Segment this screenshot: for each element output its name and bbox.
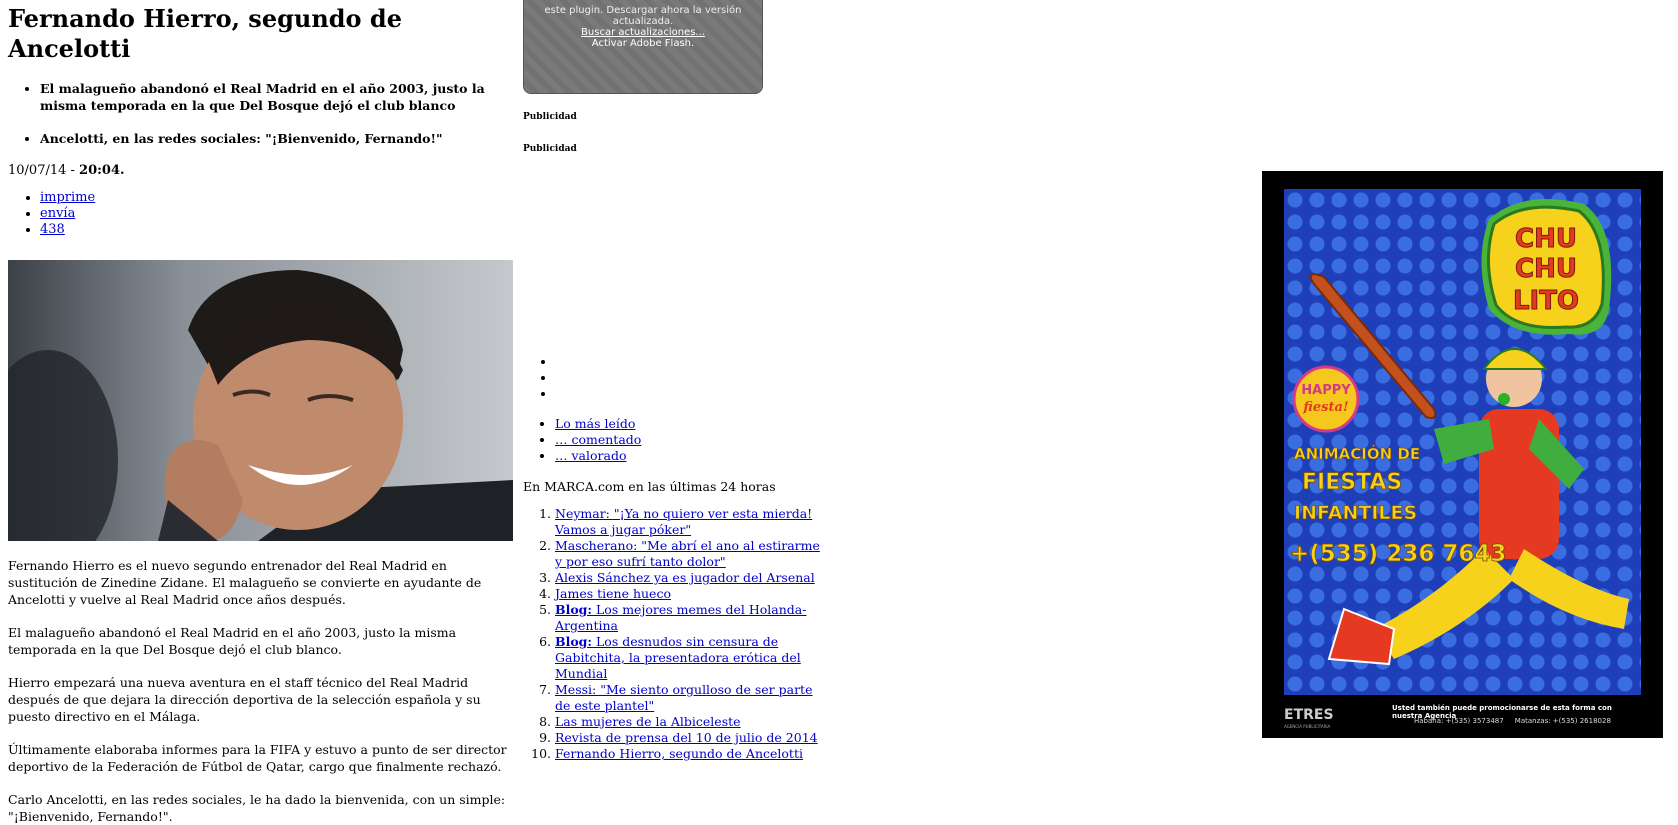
- article-paragraph: El malagueño abandonó el Real Madrid en …: [8, 625, 457, 657]
- ranking-list: Neymar: "¡Ya no quiero ver esta mierda! …: [523, 506, 825, 762]
- ranking-heading: En MARCA.com en las últimas 24 horas: [523, 479, 776, 494]
- ranking-link[interactable]: Blog: Los desnudos sin censura de Gabitc…: [555, 634, 801, 681]
- ranking-link[interactable]: James tiene hueco: [555, 586, 671, 601]
- tool-item: envía: [40, 206, 513, 222]
- ranking-item: Revista de prensa del 10 de julio de 201…: [555, 730, 825, 746]
- empty-list-item: [555, 354, 559, 370]
- flash-update-link[interactable]: Buscar actualizaciones...: [581, 27, 705, 38]
- svg-text:fiesta!: fiesta!: [1302, 400, 1348, 415]
- ranking-link[interactable]: Neymar: "¡Ya no quiero ver esta mierda! …: [555, 506, 812, 537]
- article-paragraph: Carlo Ancelotti, en las redes sociales, …: [8, 792, 506, 824]
- agency-logo: ETRES: [1284, 707, 1334, 723]
- ranking-item: Fernando Hierro, segundo de Ancelotti: [555, 746, 825, 762]
- ad-phone: +(535) 236 7643: [1290, 541, 1506, 567]
- svg-text:HAPPY: HAPPY: [1301, 383, 1351, 398]
- tab-item: … valorado: [555, 448, 641, 464]
- chuchulito-logo: CHU CHU LITO: [1481, 199, 1612, 335]
- article-dateline: 10/07/14 - 20:04.: [8, 163, 513, 178]
- ad-label: Publicidad: [523, 112, 577, 122]
- ranking-item: Alexis Sánchez ya es jugador del Arsenal: [555, 570, 825, 586]
- ranking-link[interactable]: Alexis Sánchez ya es jugador del Arsenal: [555, 570, 815, 585]
- ranking-item: James tiene hueco: [555, 586, 825, 602]
- empty-list-item: [555, 370, 559, 386]
- ranking-link[interactable]: Revista de prensa del 10 de julio de 201…: [555, 730, 818, 745]
- svg-text:CHU: CHU: [1515, 224, 1577, 254]
- empty-list-item: [555, 386, 559, 402]
- flash-plugin-box: este plugin. Descargar ahora la versión …: [523, 0, 763, 94]
- subhead-item: El malagueño abandonó el Real Madrid en …: [40, 80, 513, 114]
- article-paragraph: Hierro empezará una nueva aventura en el…: [8, 675, 481, 724]
- ad-line1: ANIMACIÓN DE: [1294, 444, 1420, 463]
- ranking-link[interactable]: Blog: Los mejores memes del Holanda-Arge…: [555, 602, 806, 633]
- ad-footer: ETRES AGENCIA PUBLICITARIA Usted también…: [1284, 701, 1641, 731]
- svg-text:LITO: LITO: [1513, 286, 1579, 316]
- article-title: Fernando Hierro, segundo de Ancelotti: [8, 4, 402, 63]
- article-date: 10/07/14 -: [8, 163, 80, 178]
- ranking-item: Mascherano: "Me abrí el ano al estirarme…: [555, 538, 825, 570]
- ranking-link[interactable]: Las mujeres de la Albiceleste: [555, 714, 741, 729]
- ad-line2: FIESTAS: [1302, 470, 1402, 495]
- ad-label: Publicidad: [523, 144, 577, 154]
- print-link[interactable]: imprime: [40, 190, 95, 205]
- ad-graphic: CHU CHU LITO HAPPY fiesta! ANIMACIÓN DE …: [1290, 199, 1629, 666]
- ranking-link[interactable]: Mascherano: "Me abrí el ano al estirarme…: [555, 538, 820, 569]
- send-link[interactable]: envía: [40, 206, 75, 221]
- tab-most-rated[interactable]: … valorado: [555, 448, 626, 463]
- ad-artwork: CHU CHU LITO HAPPY fiesta! ANIMACIÓN DE …: [1284, 189, 1641, 695]
- tab-item: … comentado: [555, 432, 641, 448]
- ranking-item: Las mujeres de la Albiceleste: [555, 714, 825, 730]
- tab-item: Lo más leído: [555, 416, 641, 432]
- article-subheads: El malagueño abandonó el Real Madrid en …: [8, 80, 513, 147]
- article-paragraph: Fernando Hierro es el nuevo segundo entr…: [8, 558, 482, 607]
- flash-activate[interactable]: Activar Adobe Flash.: [524, 38, 762, 49]
- ranking-link[interactable]: Messi: "Me siento orgulloso de ser parte…: [555, 682, 812, 713]
- comments-count-link[interactable]: 438: [40, 222, 65, 237]
- article-photo: [8, 260, 513, 541]
- subhead-item: Ancelotti, en las redes sociales: "¡Bien…: [40, 130, 513, 147]
- ad-footer-phones: Habana: +(535) 3573487 Matanzas: +(535) …: [1414, 717, 1611, 725]
- ranking-item: Neymar: "¡Ya no quiero ver esta mierda! …: [555, 506, 825, 538]
- tool-item: imprime: [40, 190, 513, 206]
- photo-illustration: [8, 260, 513, 541]
- flash-message: este plugin. Descargar ahora la versión …: [544, 5, 742, 27]
- tool-item: 438: [40, 222, 513, 238]
- empty-bullet-list: [523, 354, 559, 402]
- article-time: 20:04.: [79, 163, 125, 178]
- ranking-tabs: Lo más leído … comentado … valorado: [523, 416, 641, 464]
- agency-subtitle: AGENCIA PUBLICITARIA: [1284, 724, 1331, 729]
- ranking-item: Blog: Los desnudos sin censura de Gabitc…: [555, 634, 825, 682]
- article-tools: imprime envía 438: [8, 190, 513, 238]
- ranking-item: Messi: "Me siento orgulloso de ser parte…: [555, 682, 825, 714]
- article-column: Fernando Hierro, segundo de Ancelotti El…: [8, 0, 513, 825]
- svg-text:CHU: CHU: [1515, 254, 1577, 284]
- ad-line3: INFANTILES: [1294, 502, 1417, 524]
- ranking-link[interactable]: Fernando Hierro, segundo de Ancelotti: [555, 746, 803, 761]
- ranking-item: Blog: Los mejores memes del Holanda-Arge…: [555, 602, 825, 634]
- article-paragraph: Últimamente elaboraba informes para la F…: [8, 742, 507, 774]
- ad-banner[interactable]: CHU CHU LITO HAPPY fiesta! ANIMACIÓN DE …: [1262, 171, 1663, 738]
- tab-most-commented[interactable]: … comentado: [555, 432, 641, 447]
- tab-most-read[interactable]: Lo más leído: [555, 416, 635, 431]
